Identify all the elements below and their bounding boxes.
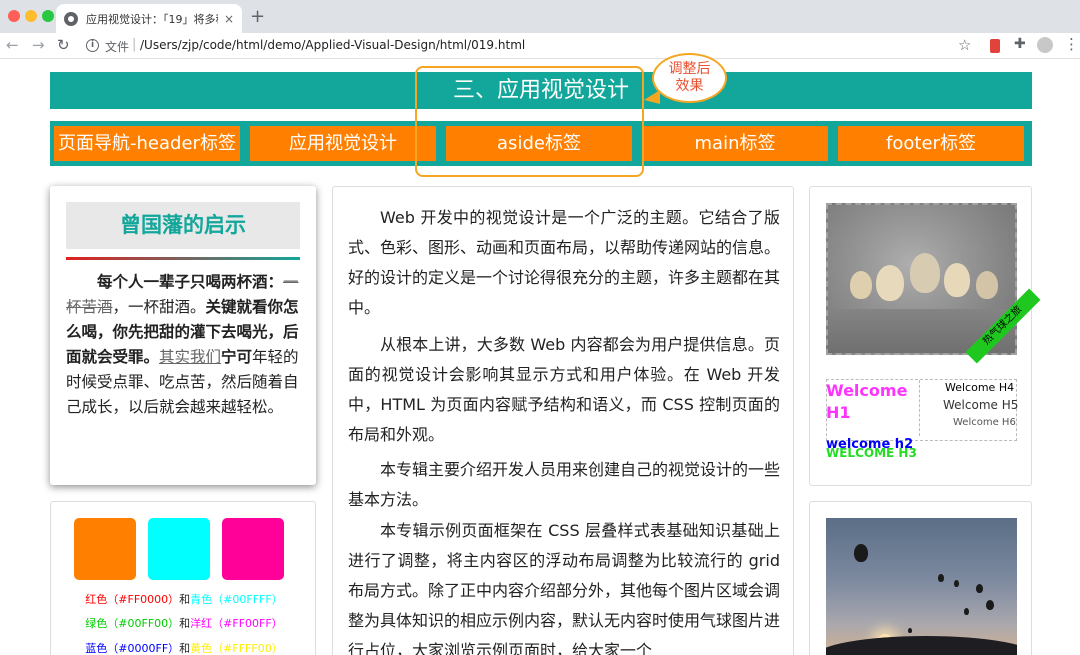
extension-icon[interactable]: [990, 39, 1000, 53]
welcome-h2: welcome h2: [826, 437, 914, 452]
text-bold-3: 宁可: [221, 348, 253, 366]
color-label-red: 红色（#FF0000）: [85, 593, 180, 606]
nav-item-footer[interactable]: footer标签: [838, 126, 1024, 161]
color-label-magenta: 洋红（#FF00FF）: [190, 617, 283, 630]
gradient-divider: [66, 257, 300, 260]
balloon-shape: [964, 608, 969, 615]
address-bar[interactable]: i 文件 | /Users/zjp/code/html/demo/Applied…: [80, 35, 982, 57]
welcome-h1-text: Welcome H1: [826, 381, 908, 422]
maximize-window-button[interactable]: [42, 10, 54, 22]
balloon-shape: [976, 271, 998, 299]
profile-icon[interactable]: [1037, 37, 1053, 53]
balloon-shape: [854, 544, 868, 562]
welcome-h6: Welcome H6: [953, 417, 1016, 428]
hill-silhouette: [826, 636, 1017, 655]
welcome-h5: Welcome H5: [943, 398, 1019, 412]
complement-line-2: 绿色（#00FF00）和洋红（#FF00FF）: [51, 615, 317, 631]
card-title: 曾国藩的启示: [66, 202, 300, 249]
main-paragraph-4: 本专辑示例页面框架在 CSS 层叠样式表基础知识基础上进行了调整，将主内容区的浮…: [348, 521, 781, 655]
menu-icon[interactable]: ⋮: [1064, 35, 1079, 53]
pink-swatch: [222, 518, 284, 580]
color-label-cyan: 青色（#00FFFF）: [190, 593, 283, 606]
balloon-photo-card: [809, 501, 1032, 655]
cyan-swatch: [148, 518, 210, 580]
browser-tab[interactable]: 应用视觉设计：「19」将多种元素 ×: [56, 4, 242, 33]
new-tab-button[interactable]: +: [250, 6, 265, 27]
info-icon[interactable]: i: [86, 39, 99, 52]
nav-item-visual-design[interactable]: 应用视觉设计: [250, 126, 436, 161]
card-text: 每个人一辈子只喝两杯酒：一杯苦酒，一杯甜酒。关键就看你怎么喝，你先把甜的灌下去喝…: [66, 270, 302, 420]
balloon-shape: [908, 628, 912, 633]
globe-icon: [64, 11, 78, 26]
orange-swatch: [74, 518, 136, 580]
tab-title: 应用视觉设计：「19」将多种元素: [86, 12, 218, 26]
complement-line-1: 红色（#FF0000）和青色（#00FFFF）: [51, 591, 317, 607]
text-bold-1: 每个人一辈子只喝两杯酒：: [97, 273, 284, 291]
annotation-bubble: 调整后效果: [652, 53, 727, 103]
balloon-shape: [910, 253, 940, 293]
annotation-text: 调整后效果: [668, 61, 711, 94]
heading-sample-divider: [919, 380, 920, 436]
nav-item-main[interactable]: main标签: [642, 126, 828, 161]
nav-item-header[interactable]: 页面导航-header标签: [54, 126, 240, 161]
complement-line-3: 蓝色（#0000FF）和黄色（#FFFF00）: [51, 640, 317, 655]
url-text[interactable]: /Users/zjp/code/html/demo/Applied-Visual…: [140, 38, 525, 52]
main-content: Web 开发中的视觉设计是一个广泛的主题。它结合了版式、色彩、图形、动画和页面布…: [332, 186, 794, 655]
text-plain-1: ，一杯甜酒。: [112, 298, 206, 316]
quote-card: 曾国藩的启示 每个人一辈子只喝两杯酒：一杯苦酒，一杯甜酒。关键就看你怎么喝，你先…: [50, 186, 316, 485]
balloon-shape: [986, 600, 994, 610]
welcome-h4: Welcome H4: [945, 381, 1015, 394]
balloon-shape: [954, 580, 959, 587]
close-icon[interactable]: ×: [224, 12, 234, 26]
and-label: 和: [179, 617, 191, 630]
balloon-shape: [944, 263, 970, 297]
color-label-green: 绿色（#00FF00）: [85, 617, 180, 630]
url-separator: |: [132, 37, 137, 52]
color-swatch-card: 红色（#FF0000）和青色（#00FFFF） 绿色（#00FF00）和洋红（#…: [50, 501, 316, 655]
browser-toolbar: ← → ↻ i 文件 | /Users/zjp/code/html/demo/A…: [0, 33, 1080, 59]
url-scheme-label: 文件: [105, 40, 130, 54]
balloon-shape: [876, 265, 904, 301]
color-label-blue: 蓝色（#0000FF）: [85, 642, 180, 655]
minimize-window-button[interactable]: [25, 10, 37, 22]
star-icon[interactable]: ☆: [958, 36, 971, 54]
forward-arrow-icon[interactable]: →: [32, 36, 45, 54]
text-underline: 其实我们: [159, 348, 222, 366]
and-label: 和: [179, 593, 191, 606]
puzzle-icon[interactable]: ✚: [1014, 36, 1026, 52]
close-window-button[interactable]: [8, 10, 20, 22]
balloon-shape: [938, 574, 944, 582]
back-arrow-icon[interactable]: ←: [6, 36, 19, 54]
balloon-sunset-photo: [826, 518, 1017, 655]
main-paragraph-2: 从根本上讲，大多数 Web 内容都会为用户提供信息。页面的视觉设计会影响其显示方…: [348, 335, 780, 444]
balloon-shape: [850, 271, 872, 299]
balloon-shape: [976, 584, 983, 593]
main-paragraph-1: Web 开发中的视觉设计是一个广泛的主题。它结合了版式、色彩、图形、动画和页面布…: [348, 208, 781, 317]
main-paragraph-3: 本专辑主要介绍开发人员用来创建自己的视觉设计的一些基本方法。: [348, 460, 781, 509]
reload-icon[interactable]: ↻: [57, 36, 70, 54]
browser-tab-bar: 应用视觉设计：「19」将多种元素 × +: [0, 0, 1080, 33]
and-label: 和: [179, 642, 191, 655]
annotation-highlight-box: [415, 66, 644, 177]
color-label-yellow: 黄色（#FFFF00）: [190, 642, 283, 655]
welcome-h1: Welcome H1: [826, 380, 908, 424]
